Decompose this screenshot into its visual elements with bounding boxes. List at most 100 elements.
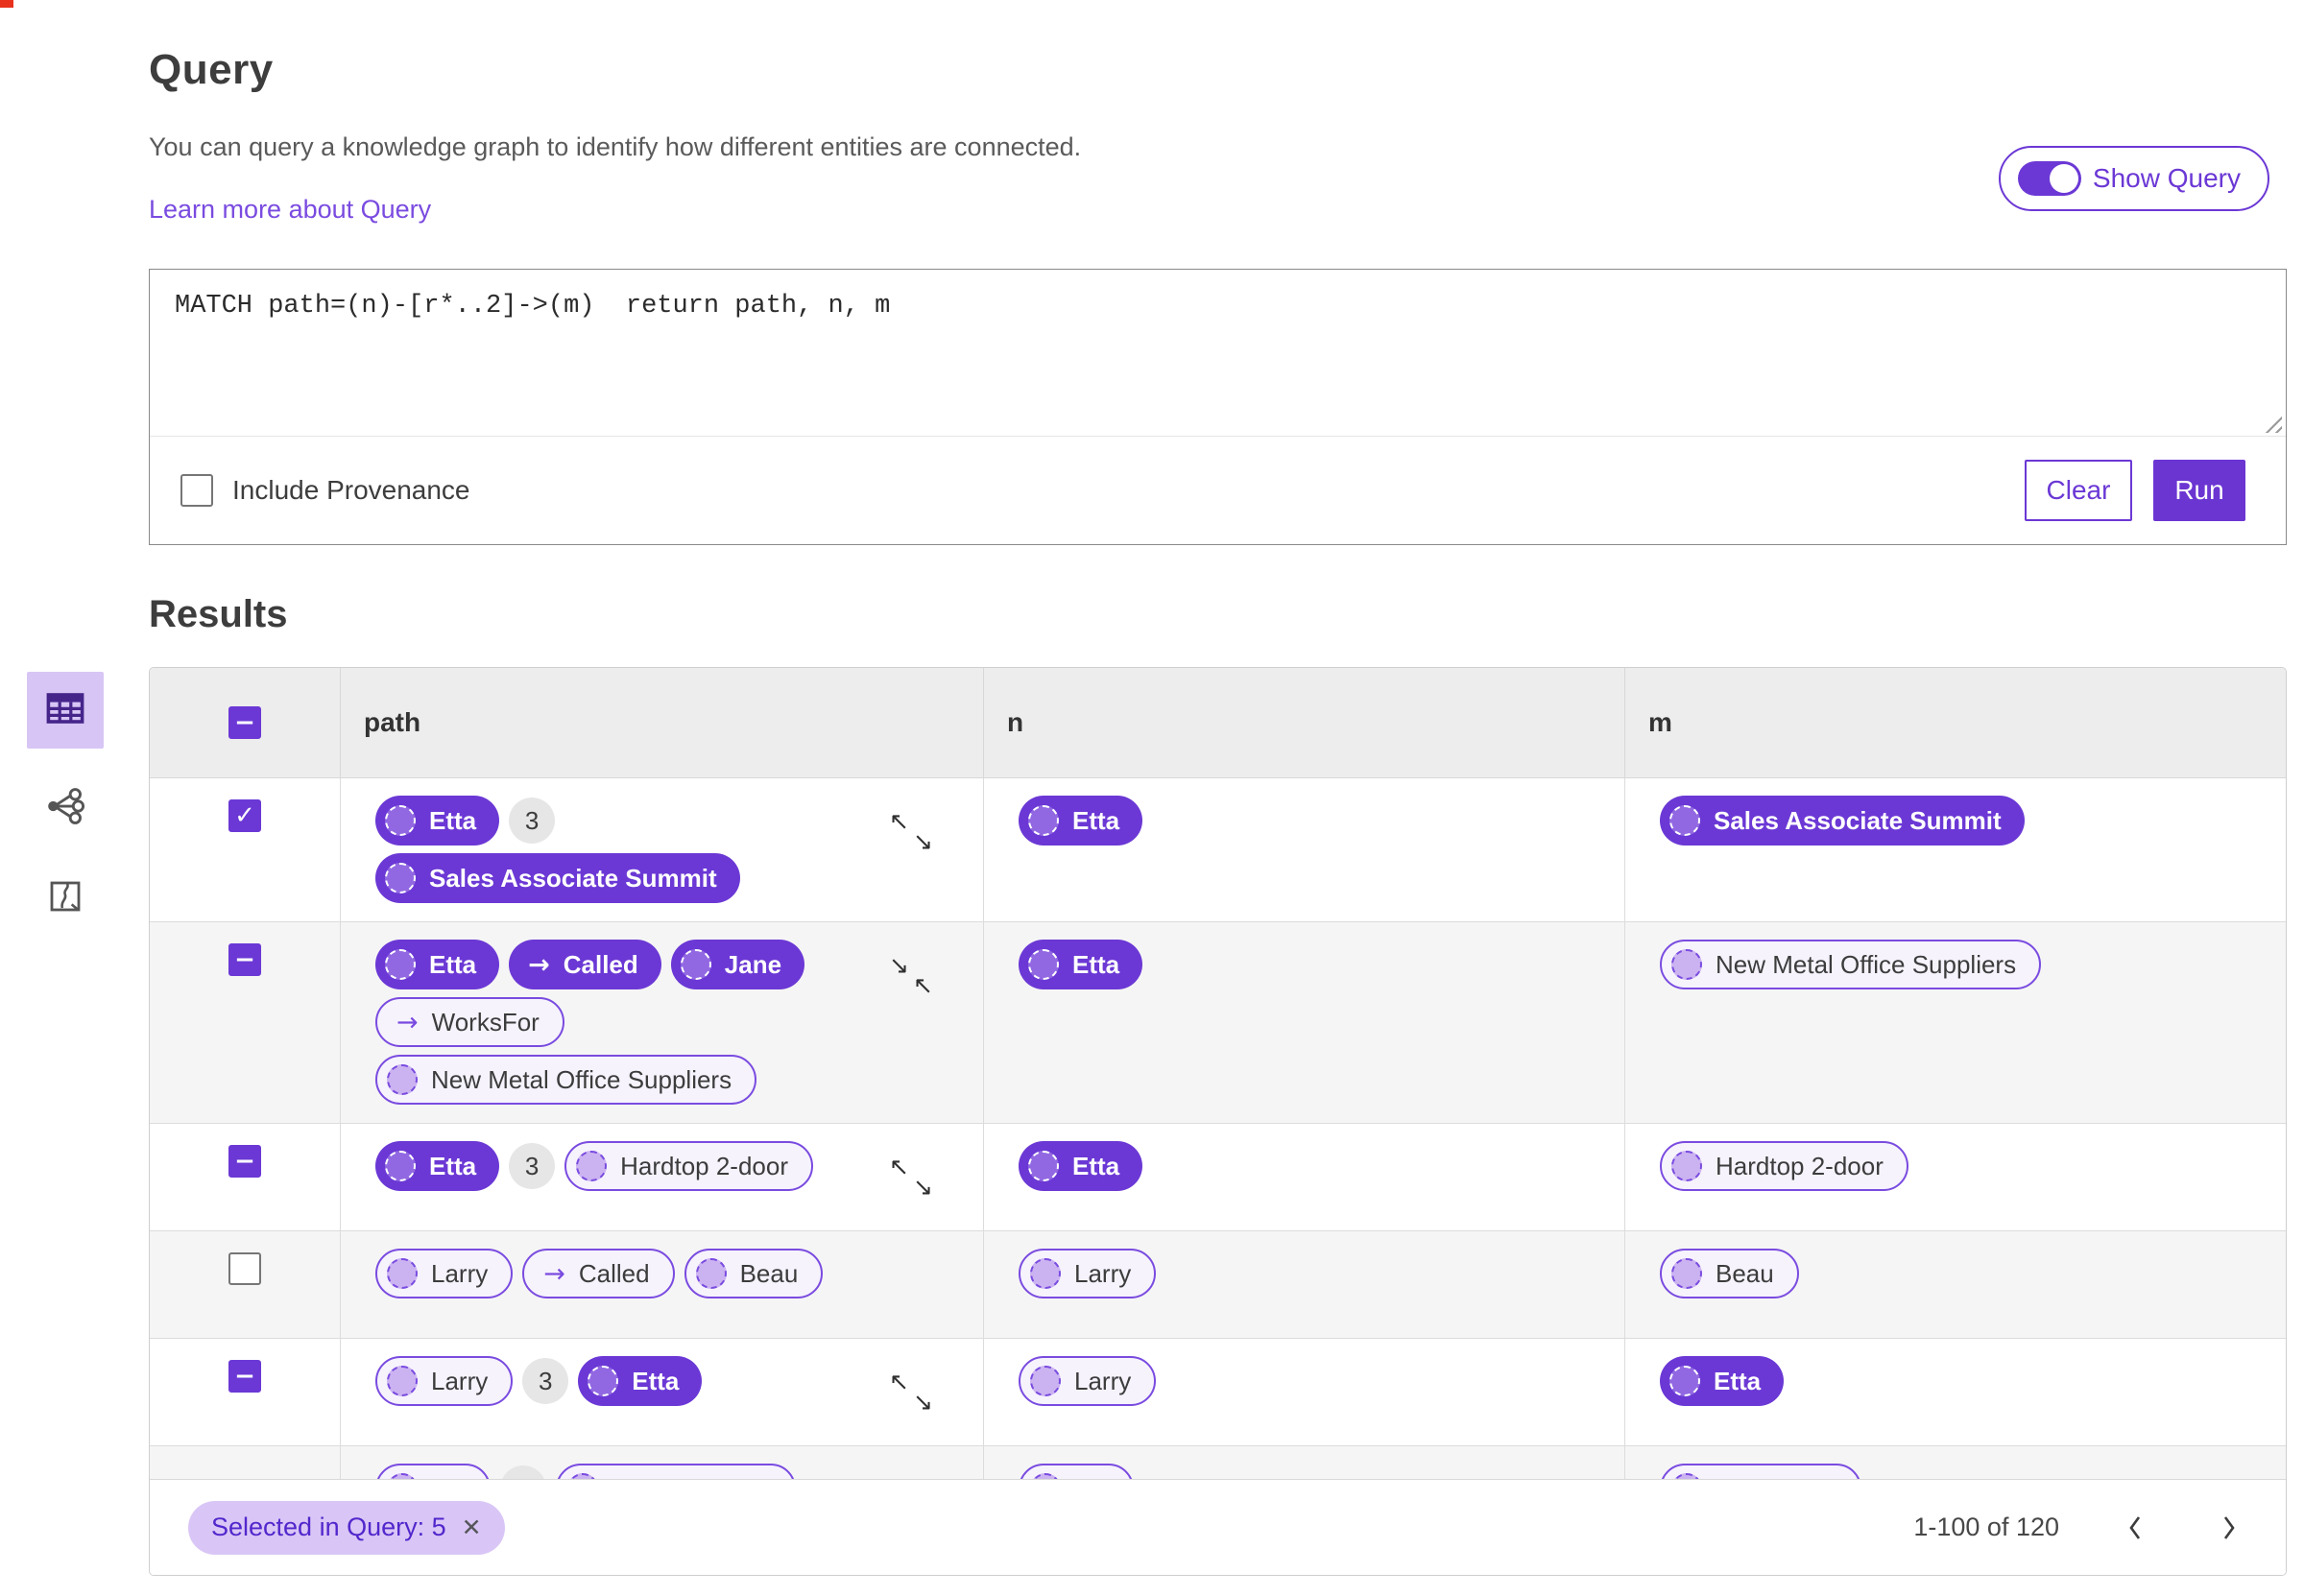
entity-pill[interactable]: New Metal Office Suppliers (375, 1055, 757, 1105)
entity-pill[interactable]: Etta (375, 796, 500, 846)
entity-pill[interactable]: Larry (375, 1249, 514, 1298)
entity-pill[interactable]: Beau (684, 1249, 824, 1298)
entity-pill[interactable]: New Metal Office Suppliers (1660, 940, 2042, 989)
clear-button[interactable]: Clear (2025, 460, 2132, 521)
entity-pill[interactable]: Larry (1019, 1249, 1157, 1298)
entity-node-icon (1028, 805, 1059, 836)
entity-node-icon (588, 1366, 619, 1396)
pill-label: Etta (429, 805, 477, 835)
entity-pill[interactable]: Sales Associate Summit (1660, 796, 2025, 846)
pill-line: Etta (1019, 796, 1624, 846)
entity-node-icon (1030, 1473, 1061, 1479)
select-all-checkbox[interactable]: − (228, 706, 261, 739)
expand-icon[interactable]: ↖ ↘ (889, 1370, 933, 1414)
pill-label: Etta (1072, 1151, 1120, 1180)
entity-pill[interactable] (1660, 1464, 1861, 1479)
checkbox-state-icon: ✓ (234, 801, 255, 830)
entity-pill[interactable]: Larry (375, 1356, 514, 1406)
entity-pill[interactable]: Jane (670, 940, 805, 989)
show-query-label: Show Query (2092, 163, 2241, 193)
row-checkbox[interactable]: − (228, 943, 261, 976)
path-cell: Etta 3 Sales Associate Summit ↖ ↘ (341, 778, 984, 921)
entity-node-icon (1671, 1151, 1702, 1181)
pill-label: Etta (632, 1366, 680, 1395)
pill-line: Sales Associate Summit (1660, 796, 2286, 846)
chevron-left-icon (2129, 1515, 2141, 1539)
entity-pill[interactable]: Etta (1660, 1356, 1785, 1406)
page-title: Query (149, 46, 274, 93)
selected-in-query-chip[interactable]: Selected in Query: 5 ✕ (188, 1500, 505, 1555)
pill-line (1660, 1464, 2286, 1479)
row-checkbox[interactable]: − (228, 1360, 261, 1393)
arrow-glyph: ↘ (913, 827, 933, 855)
table-view-button[interactable] (27, 672, 104, 749)
edge-pill[interactable]: → Called (509, 940, 661, 989)
pill-label: New Metal Office Suppliers (1716, 949, 2017, 979)
entity-node-icon (385, 949, 416, 980)
entity-pill[interactable]: Etta (375, 940, 500, 989)
pill-label: Larry (1074, 1366, 1132, 1395)
collapse-icon[interactable]: ↘ ↖ (889, 953, 933, 997)
edge-arrow-icon: → (543, 1258, 565, 1289)
entity-pill[interactable]: Etta (1019, 796, 1143, 846)
n-cell: Etta (984, 922, 1625, 1123)
entity-node-icon (576, 1151, 608, 1181)
entity-node-icon (1028, 949, 1059, 980)
entity-pill[interactable]: Etta (1019, 1141, 1143, 1191)
pill-line: Hardtop 2-door (1660, 1141, 2286, 1191)
pill-label: New Metal Office Suppliers (431, 1064, 732, 1094)
path-cell (341, 1446, 984, 1479)
next-page-button[interactable] (2211, 1513, 2247, 1542)
expand-icon[interactable]: ↖ ↘ (889, 809, 933, 853)
row-checkbox[interactable] (228, 1252, 261, 1285)
path-cell: Etta 3 Hardtop 2-door ↖ ↘ (341, 1124, 984, 1230)
include-provenance-checkbox[interactable] (180, 474, 213, 507)
toggle-switch-icon (2017, 161, 2081, 196)
learn-more-link[interactable]: Learn more about Query (149, 195, 431, 225)
path-count-badge: 3 (522, 1358, 569, 1404)
query-editor-footer: Include Provenance Clear Run (150, 412, 2286, 544)
graph-view-button[interactable] (27, 777, 104, 839)
pill-label: Larry (431, 1366, 489, 1395)
results-table-header: − path n m (150, 668, 2286, 778)
pill-line (1019, 1464, 1624, 1479)
expand-icon[interactable]: ↖ ↘ (889, 1155, 933, 1199)
arrow-glyph: ↘ (889, 951, 909, 979)
entity-pill[interactable]: Larry (1019, 1356, 1157, 1406)
show-query-toggle[interactable]: Show Query (1998, 146, 2269, 211)
entity-pill[interactable] (556, 1464, 796, 1479)
pill-label: Jane (724, 949, 782, 979)
entity-pill[interactable]: Hardtop 2-door (564, 1141, 814, 1191)
entity-pill[interactable] (375, 1464, 491, 1479)
pill-label: Beau (739, 1258, 799, 1288)
pill-label: Called (578, 1258, 650, 1288)
prev-page-button[interactable] (2117, 1513, 2153, 1542)
row-checkbox[interactable]: − (228, 1145, 261, 1178)
page-description: You can query a knowledge graph to ident… (149, 132, 1082, 161)
row-checkbox[interactable]: ✓ (228, 799, 261, 832)
m-cell (1625, 1446, 2286, 1479)
entity-pill[interactable]: Etta (578, 1356, 703, 1406)
map-view-button[interactable] (27, 868, 104, 929)
run-button[interactable]: Run (2153, 460, 2245, 521)
results-rows: ✓ Etta 3 Sales Associate Summit ↖ ↘ Etta Sales … (150, 778, 2286, 1479)
pill-label: WorksFor (431, 1007, 540, 1036)
query-input[interactable]: MATCH path=(n)-[r*..2]->(m) return path,… (150, 270, 2286, 437)
entity-pill[interactable] (1019, 1464, 1134, 1479)
entity-node-icon (385, 805, 416, 836)
table-row: Larry → Called Beau Larry Beau (150, 1231, 2286, 1339)
entity-pill[interactable]: Etta (375, 1141, 500, 1191)
n-cell: Etta (984, 1124, 1625, 1230)
edge-pill[interactable]: → WorksFor (375, 997, 564, 1047)
n-cell: Larry (984, 1339, 1625, 1445)
entity-node-icon (1669, 805, 1700, 836)
entity-pill[interactable]: Etta (1019, 940, 1143, 989)
entity-pill[interactable]: Beau (1660, 1249, 1799, 1298)
arrow-glyph: ↖ (889, 1368, 909, 1395)
entity-pill[interactable]: Sales Associate Summit (375, 853, 740, 903)
m-cell: Etta (1625, 1339, 2286, 1445)
entity-pill[interactable]: Hardtop 2-door (1660, 1141, 1908, 1191)
table-row: − Etta → Called Jane → WorksFor New Metal Offic… (150, 922, 2286, 1124)
edge-pill[interactable]: → Called (522, 1249, 675, 1298)
chip-close-icon[interactable]: ✕ (462, 1513, 482, 1541)
